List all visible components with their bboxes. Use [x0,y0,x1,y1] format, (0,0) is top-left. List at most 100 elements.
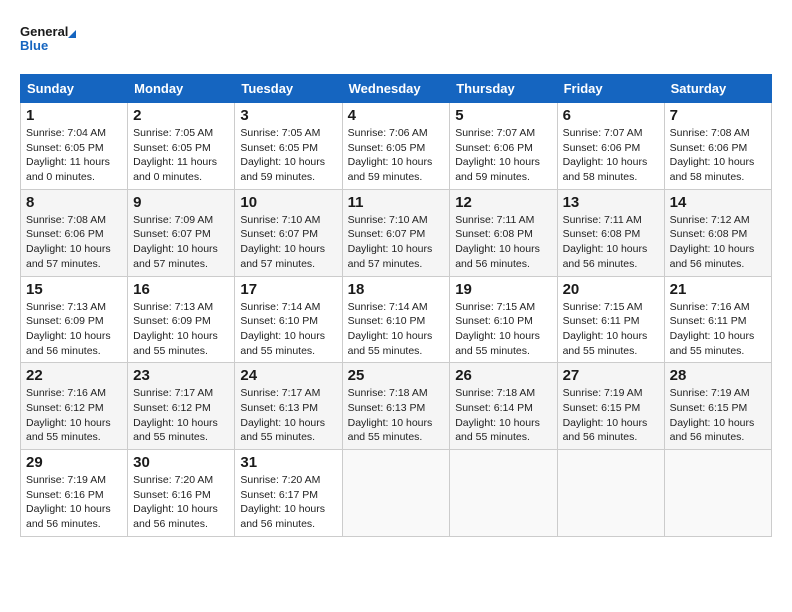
day-number: 13 [563,194,659,211]
calendar-cell: 25 Sunrise: 7:18 AM Sunset: 6:13 PM Dayl… [342,363,450,450]
day-number: 16 [133,281,229,298]
day-number: 23 [133,367,229,384]
day-number: 12 [455,194,551,211]
day-info: Sunrise: 7:05 AM Sunset: 6:05 PM Dayligh… [133,126,229,185]
calendar-cell: 6 Sunrise: 7:07 AM Sunset: 6:06 PM Dayli… [557,103,664,190]
day-info: Sunrise: 7:15 AM Sunset: 6:10 PM Dayligh… [455,300,551,359]
day-info: Sunrise: 7:08 AM Sunset: 6:06 PM Dayligh… [26,213,122,272]
calendar-cell: 29 Sunrise: 7:19 AM Sunset: 6:16 PM Dayl… [21,450,128,537]
day-info: Sunrise: 7:19 AM Sunset: 6:15 PM Dayligh… [670,386,766,445]
day-number: 11 [348,194,445,211]
day-number: 28 [670,367,766,384]
calendar-cell: 15 Sunrise: 7:13 AM Sunset: 6:09 PM Dayl… [21,276,128,363]
svg-text:Blue: Blue [20,38,48,53]
header-cell-monday: Monday [128,75,235,103]
calendar-cell: 3 Sunrise: 7:05 AM Sunset: 6:05 PM Dayli… [235,103,342,190]
calendar-cell: 26 Sunrise: 7:18 AM Sunset: 6:14 PM Dayl… [450,363,557,450]
calendar-cell: 23 Sunrise: 7:17 AM Sunset: 6:12 PM Dayl… [128,363,235,450]
day-number: 4 [348,107,445,124]
day-number: 1 [26,107,122,124]
day-number: 10 [240,194,336,211]
day-info: Sunrise: 7:14 AM Sunset: 6:10 PM Dayligh… [240,300,336,359]
calendar-cell: 9 Sunrise: 7:09 AM Sunset: 6:07 PM Dayli… [128,189,235,276]
calendar-cell [450,450,557,537]
calendar-cell [342,450,450,537]
day-info: Sunrise: 7:20 AM Sunset: 6:17 PM Dayligh… [240,473,336,532]
day-info: Sunrise: 7:16 AM Sunset: 6:11 PM Dayligh… [670,300,766,359]
day-number: 26 [455,367,551,384]
day-info: Sunrise: 7:20 AM Sunset: 6:16 PM Dayligh… [133,473,229,532]
day-info: Sunrise: 7:18 AM Sunset: 6:14 PM Dayligh… [455,386,551,445]
calendar-cell: 27 Sunrise: 7:19 AM Sunset: 6:15 PM Dayl… [557,363,664,450]
day-info: Sunrise: 7:15 AM Sunset: 6:11 PM Dayligh… [563,300,659,359]
calendar-cell: 17 Sunrise: 7:14 AM Sunset: 6:10 PM Dayl… [235,276,342,363]
day-number: 30 [133,454,229,471]
calendar-cell: 21 Sunrise: 7:16 AM Sunset: 6:11 PM Dayl… [664,276,771,363]
header-cell-thursday: Thursday [450,75,557,103]
day-info: Sunrise: 7:19 AM Sunset: 6:15 PM Dayligh… [563,386,659,445]
header-cell-tuesday: Tuesday [235,75,342,103]
day-number: 31 [240,454,336,471]
header-cell-friday: Friday [557,75,664,103]
day-info: Sunrise: 7:10 AM Sunset: 6:07 PM Dayligh… [240,213,336,272]
day-info: Sunrise: 7:17 AM Sunset: 6:13 PM Dayligh… [240,386,336,445]
day-number: 19 [455,281,551,298]
day-number: 2 [133,107,229,124]
day-number: 9 [133,194,229,211]
day-number: 6 [563,107,659,124]
calendar-cell: 10 Sunrise: 7:10 AM Sunset: 6:07 PM Dayl… [235,189,342,276]
day-info: Sunrise: 7:18 AM Sunset: 6:13 PM Dayligh… [348,386,445,445]
day-number: 3 [240,107,336,124]
calendar-cell: 16 Sunrise: 7:13 AM Sunset: 6:09 PM Dayl… [128,276,235,363]
week-row-4: 22 Sunrise: 7:16 AM Sunset: 6:12 PM Dayl… [21,363,772,450]
day-info: Sunrise: 7:09 AM Sunset: 6:07 PM Dayligh… [133,213,229,272]
day-info: Sunrise: 7:13 AM Sunset: 6:09 PM Dayligh… [133,300,229,359]
calendar-cell: 2 Sunrise: 7:05 AM Sunset: 6:05 PM Dayli… [128,103,235,190]
day-info: Sunrise: 7:07 AM Sunset: 6:06 PM Dayligh… [563,126,659,185]
day-number: 18 [348,281,445,298]
calendar-cell: 14 Sunrise: 7:12 AM Sunset: 6:08 PM Dayl… [664,189,771,276]
calendar-cell [664,450,771,537]
logo-svg: General Blue [20,20,80,64]
calendar-cell: 19 Sunrise: 7:15 AM Sunset: 6:10 PM Dayl… [450,276,557,363]
day-number: 21 [670,281,766,298]
week-row-2: 8 Sunrise: 7:08 AM Sunset: 6:06 PM Dayli… [21,189,772,276]
day-info: Sunrise: 7:10 AM Sunset: 6:07 PM Dayligh… [348,213,445,272]
day-number: 7 [670,107,766,124]
header: General Blue [20,20,772,64]
day-number: 22 [26,367,122,384]
calendar-cell: 31 Sunrise: 7:20 AM Sunset: 6:17 PM Dayl… [235,450,342,537]
day-info: Sunrise: 7:11 AM Sunset: 6:08 PM Dayligh… [455,213,551,272]
day-info: Sunrise: 7:13 AM Sunset: 6:09 PM Dayligh… [26,300,122,359]
day-number: 5 [455,107,551,124]
day-number: 27 [563,367,659,384]
calendar-cell: 7 Sunrise: 7:08 AM Sunset: 6:06 PM Dayli… [664,103,771,190]
calendar-cell: 12 Sunrise: 7:11 AM Sunset: 6:08 PM Dayl… [450,189,557,276]
day-info: Sunrise: 7:12 AM Sunset: 6:08 PM Dayligh… [670,213,766,272]
logo: General Blue [20,20,80,64]
day-number: 8 [26,194,122,211]
day-info: Sunrise: 7:19 AM Sunset: 6:16 PM Dayligh… [26,473,122,532]
header-cell-saturday: Saturday [664,75,771,103]
day-info: Sunrise: 7:05 AM Sunset: 6:05 PM Dayligh… [240,126,336,185]
day-number: 20 [563,281,659,298]
calendar-cell: 20 Sunrise: 7:15 AM Sunset: 6:11 PM Dayl… [557,276,664,363]
calendar-table: SundayMondayTuesdayWednesdayThursdayFrid… [20,74,772,537]
calendar-cell: 24 Sunrise: 7:17 AM Sunset: 6:13 PM Dayl… [235,363,342,450]
svg-text:General: General [20,24,68,39]
calendar-cell: 28 Sunrise: 7:19 AM Sunset: 6:15 PM Dayl… [664,363,771,450]
header-cell-sunday: Sunday [21,75,128,103]
calendar-cell [557,450,664,537]
day-number: 17 [240,281,336,298]
week-row-3: 15 Sunrise: 7:13 AM Sunset: 6:09 PM Dayl… [21,276,772,363]
day-number: 14 [670,194,766,211]
week-row-1: 1 Sunrise: 7:04 AM Sunset: 6:05 PM Dayli… [21,103,772,190]
calendar-cell: 30 Sunrise: 7:20 AM Sunset: 6:16 PM Dayl… [128,450,235,537]
calendar-cell: 1 Sunrise: 7:04 AM Sunset: 6:05 PM Dayli… [21,103,128,190]
calendar-cell: 13 Sunrise: 7:11 AM Sunset: 6:08 PM Dayl… [557,189,664,276]
day-number: 15 [26,281,122,298]
calendar-cell: 22 Sunrise: 7:16 AM Sunset: 6:12 PM Dayl… [21,363,128,450]
day-info: Sunrise: 7:08 AM Sunset: 6:06 PM Dayligh… [670,126,766,185]
day-number: 24 [240,367,336,384]
day-info: Sunrise: 7:07 AM Sunset: 6:06 PM Dayligh… [455,126,551,185]
